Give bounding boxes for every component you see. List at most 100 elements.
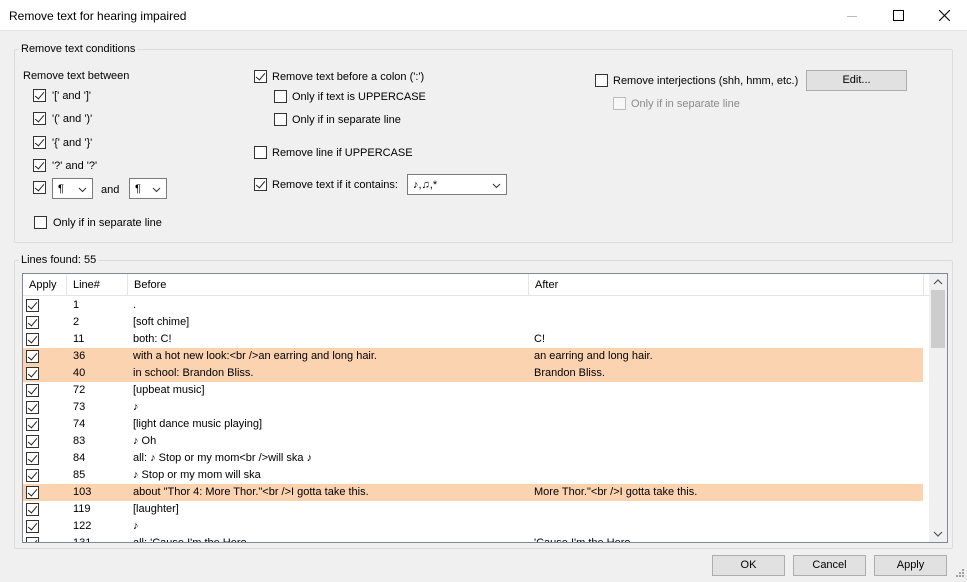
apply-checkbox[interactable] — [26, 401, 39, 414]
before-cell: in school: Brandon Bliss. — [133, 367, 254, 379]
only-separate-line-mid-checkbox[interactable] — [274, 113, 287, 126]
column-header-after[interactable]: After — [529, 274, 924, 296]
contains-select[interactable]: ♪,♫,* — [407, 174, 507, 195]
before-colon-label: Remove text before a colon (':') — [272, 71, 425, 83]
interjections-separate-checkbox[interactable] — [613, 97, 626, 110]
table-row[interactable]: 103 about "Thor 4: More Thor."<br />I got… — [23, 484, 923, 501]
column-header-before[interactable]: Before — [128, 274, 529, 296]
line-number-cell: 73 — [73, 401, 86, 413]
before-cell: ♪ Stop or my mom will ska — [133, 469, 261, 481]
before-cell: [soft chime] — [133, 316, 190, 328]
apply-checkbox[interactable] — [26, 486, 39, 499]
contains-checkbox[interactable] — [254, 178, 267, 191]
line-uppercase-checkbox[interactable] — [254, 146, 267, 159]
chevron-down-icon — [492, 183, 501, 189]
scroll-down-icon[interactable] — [933, 530, 943, 538]
before-cell: [upbeat music] — [133, 384, 205, 396]
lines-list[interactable]: Apply Line# Before After 1. 2 [soft chime]… — [22, 273, 948, 543]
bracket-curly-checkbox[interactable] — [33, 136, 46, 149]
table-row[interactable]: 84 all: ♪ Stop or my mom<br />will ska ♪ — [23, 450, 923, 467]
apply-checkbox[interactable] — [26, 418, 39, 431]
line-number-cell: 2 — [73, 316, 80, 328]
apply-checkbox[interactable] — [26, 384, 39, 397]
apply-checkbox[interactable] — [26, 537, 39, 542]
cancel-button[interactable]: Cancel — [793, 555, 866, 576]
ok-button[interactable]: OK — [712, 555, 785, 576]
window-title: Remove text for hearing impaired — [9, 9, 187, 23]
bracket-round-label: '(' and ')' — [52, 113, 93, 125]
bracket-square-checkbox[interactable] — [33, 89, 46, 102]
apply-button[interactable]: Apply — [874, 555, 947, 576]
apply-checkbox[interactable] — [26, 452, 39, 465]
before-colon-checkbox[interactable] — [254, 70, 267, 83]
apply-checkbox[interactable] — [26, 350, 39, 363]
apply-checkbox[interactable] — [26, 333, 39, 346]
table-row[interactable]: 1. — [23, 297, 923, 314]
before-cell: all: ♪ Stop or my mom<br />will ska ♪ — [133, 452, 313, 464]
bracket-question-label: '?' and '?' — [52, 160, 98, 172]
table-row[interactable]: 119 [laughter] — [23, 501, 923, 518]
only-uppercase-checkbox[interactable] — [274, 90, 287, 103]
apply-checkbox[interactable] — [26, 316, 39, 329]
bracket-square-label: '[' and ']' — [52, 90, 91, 102]
only-separate-line-left-label: Only if in separate line — [53, 217, 162, 229]
table-row[interactable]: 131 all: 'Cause I'm the Hero... 'Cause I'm… — [23, 535, 923, 543]
before-cell: [laughter] — [133, 503, 179, 515]
only-separate-line-left-checkbox[interactable] — [34, 216, 47, 229]
resize-grip-icon[interactable] — [953, 568, 965, 580]
column-header-line[interactable]: Line# — [67, 274, 128, 296]
table-row[interactable]: 85 ♪ Stop or my mom will ska — [23, 467, 923, 484]
custom-end-value: ¶ — [135, 183, 141, 195]
edit-interjections-button[interactable]: Edit... — [806, 70, 907, 91]
line-number-cell: 122 — [73, 520, 92, 532]
scrollbar-thumb[interactable] — [931, 290, 945, 348]
close-button[interactable] — [921, 0, 967, 31]
bracket-round-checkbox[interactable] — [33, 112, 46, 125]
before-cell: about "Thor 4: More Thor."<br />I gotta … — [133, 486, 369, 498]
bracket-question-checkbox[interactable] — [33, 159, 46, 172]
apply-checkbox[interactable] — [26, 299, 39, 312]
chevron-down-icon — [78, 187, 87, 193]
line-number-cell: 103 — [73, 486, 92, 498]
custom-bracket-checkbox[interactable] — [33, 181, 46, 194]
maximize-button[interactable] — [875, 0, 921, 31]
custom-start-value: ¶ — [58, 183, 64, 195]
apply-checkbox[interactable] — [26, 520, 39, 533]
line-number-cell: 11 — [73, 333, 85, 345]
apply-checkbox[interactable] — [26, 469, 39, 482]
table-row[interactable]: 74 [light dance music playing] — [23, 416, 923, 433]
before-cell: all: 'Cause I'm the Hero... — [133, 537, 256, 543]
before-cell: . — [133, 299, 137, 311]
line-number-cell: 84 — [73, 452, 86, 464]
before-cell: with a hot new look:<br />an earring and… — [133, 350, 377, 362]
after-cell: Brandon Bliss. — [534, 367, 605, 379]
table-row[interactable]: 83 ♪ Oh — [23, 433, 923, 450]
table-row[interactable]: 36 with a hot new look:<br />an earring a… — [23, 348, 923, 365]
table-row[interactable]: 2 [soft chime] — [23, 314, 923, 331]
before-cell: ♪ Oh — [133, 435, 157, 447]
interjections-checkbox[interactable] — [595, 74, 608, 87]
custom-start-select[interactable]: ¶ — [52, 178, 93, 199]
line-uppercase-label: Remove line if UPPERCASE — [272, 147, 413, 159]
custom-end-select[interactable]: ¶ — [129, 178, 167, 199]
table-row[interactable]: 72 [upbeat music] — [23, 382, 923, 399]
table-row[interactable]: 122 ♪ — [23, 518, 923, 535]
apply-checkbox[interactable] — [26, 367, 39, 380]
vertical-scrollbar[interactable] — [929, 274, 947, 542]
table-row[interactable]: 11 both: C! C! — [23, 331, 923, 348]
and-label: and — [101, 184, 120, 196]
lines-found-label: Lines found: 55 — [19, 254, 99, 266]
line-number-cell: 74 — [73, 418, 86, 430]
apply-checkbox[interactable] — [26, 435, 39, 448]
apply-checkbox[interactable] — [26, 503, 39, 516]
only-uppercase-label: Only if text is UPPERCASE — [292, 91, 426, 103]
scroll-up-icon[interactable] — [933, 278, 943, 286]
after-cell: C! — [534, 333, 545, 345]
minimize-button[interactable] — [829, 0, 875, 31]
line-number-cell: 131 — [73, 537, 92, 543]
column-header-apply[interactable]: Apply — [23, 274, 67, 296]
before-cell: ♪ — [133, 401, 139, 413]
close-icon — [938, 10, 950, 21]
table-row[interactable]: 73 ♪ — [23, 399, 923, 416]
table-row[interactable]: 40 in school: Brandon Bliss. Brandon Bliss… — [23, 365, 923, 382]
